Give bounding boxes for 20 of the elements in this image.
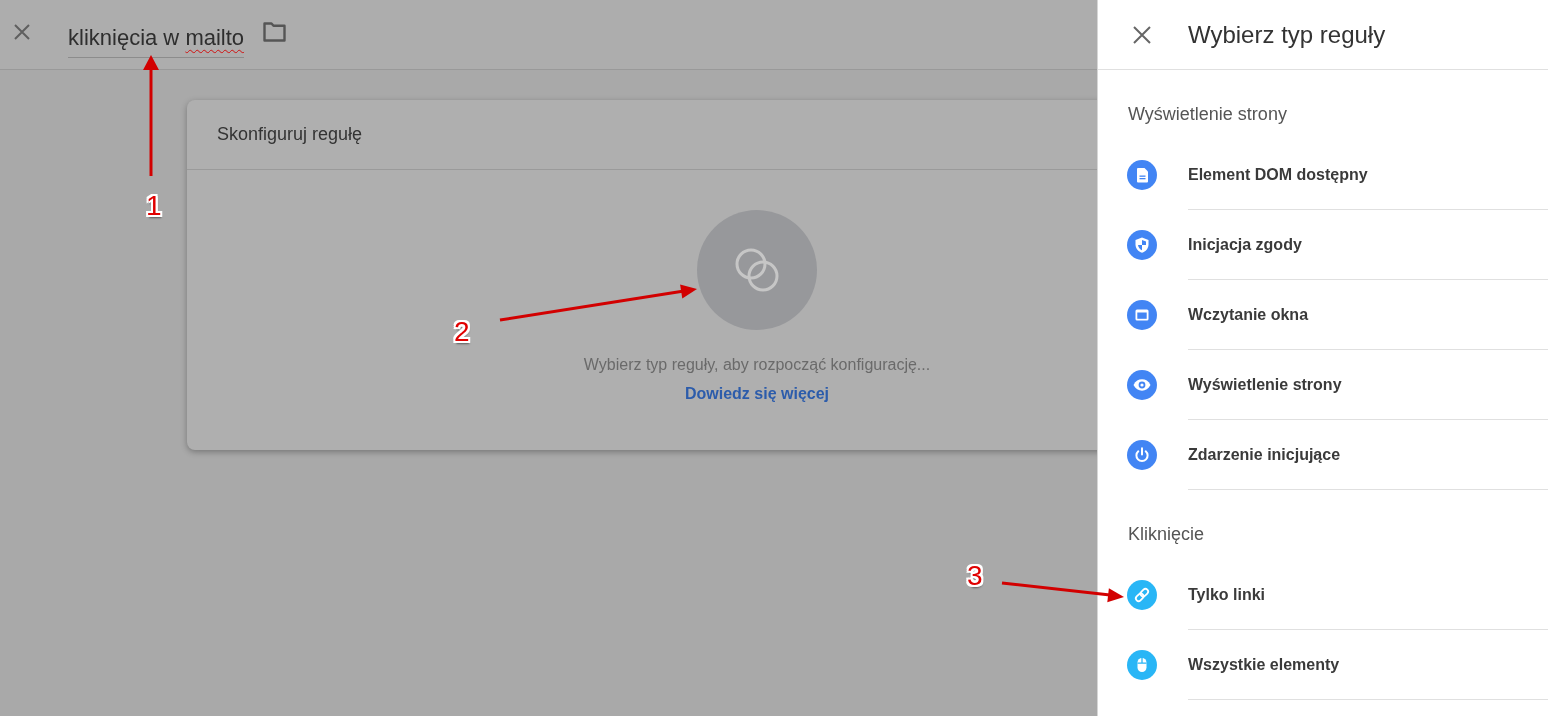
close-icon[interactable] xyxy=(1133,25,1151,44)
close-icon[interactable] xyxy=(14,23,30,40)
callout-number: 3 xyxy=(967,560,983,592)
rule-type-item[interactable]: Zdarzenie inicjujące xyxy=(1098,420,1548,490)
section-heading: Wyświetlenie strony xyxy=(1128,104,1287,124)
rule-type-item[interactable]: Wczytanie okna xyxy=(1098,280,1548,350)
card-title: Skonfiguruj regułę xyxy=(217,124,363,145)
folder-icon[interactable] xyxy=(262,21,288,42)
rule-type-item[interactable]: Tylko linki xyxy=(1098,560,1548,630)
rule-type-item[interactable]: Element DOM dostępny xyxy=(1098,140,1548,210)
rule-type-item[interactable]: Wyświetlenie strony xyxy=(1098,350,1548,420)
callout-number: 2 xyxy=(454,316,470,348)
overlapping-circles-icon xyxy=(697,210,817,330)
rule-type-item[interactable]: Inicjacja zgody xyxy=(1098,210,1548,280)
panel-title: Wybierz typ reguły xyxy=(1188,20,1386,49)
empty-state-message: Wybierz typ reguły, aby rozpocząć konfigurację... xyxy=(583,355,931,375)
rule-type-item[interactable]: Wszystkie elementy xyxy=(1098,630,1548,700)
section-heading: Kliknięcie xyxy=(1128,524,1205,544)
callout-number: 1 xyxy=(146,190,162,222)
title-field[interactable]: kliknięcia w mailto xyxy=(68,17,245,58)
